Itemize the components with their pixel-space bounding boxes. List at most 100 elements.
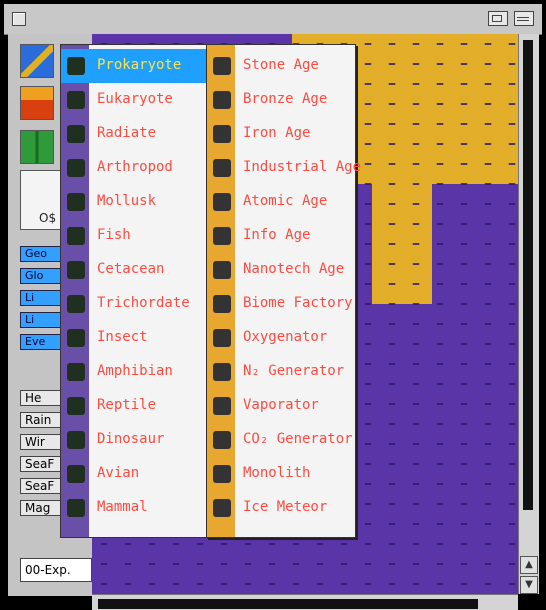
menu-item-label: Stone Age (243, 57, 319, 73)
scroll-up-arrow-icon[interactable]: ▲ (520, 556, 538, 574)
menu-item-info-age[interactable]: Info Age (207, 219, 355, 253)
menu-item-co2-generator[interactable]: CO₂ Generator (207, 423, 355, 457)
menu-item-fish[interactable]: Fish (61, 219, 207, 253)
avian-icon (67, 465, 85, 483)
menu-item-label: Insect (97, 329, 148, 345)
terraform-tool-icon[interactable] (20, 44, 54, 78)
menu-item-cetacean[interactable]: Cetacean (61, 253, 207, 287)
menu-item-insect[interactable]: Insect (61, 321, 207, 355)
menu-item-ice-meteor[interactable]: Ice Meteor (207, 491, 355, 525)
menu-item-label: Bronze Age (243, 91, 328, 107)
horizontal-scrollbar[interactable] (92, 594, 518, 610)
menu-item-stone-age[interactable]: Stone Age (207, 49, 355, 83)
menu-item-mollusk[interactable]: Mollusk (61, 185, 207, 219)
menu-item-label: Cetacean (97, 261, 165, 277)
vaporator-icon (213, 397, 231, 415)
menu-item-label: Mollusk (97, 193, 157, 209)
monolith-icon (213, 465, 231, 483)
nanotech-age-icon (213, 261, 231, 279)
ice-meteor-icon (213, 499, 231, 517)
menu-item-label: Avian (97, 465, 140, 481)
title-bar[interactable] (4, 4, 542, 35)
mollusk-icon (67, 193, 85, 211)
prokaryote-icon (67, 57, 85, 75)
stone-age-icon (213, 57, 231, 75)
menu-item-vaporator[interactable]: Vaporator (207, 389, 355, 423)
reptile-icon (67, 397, 85, 415)
mammal-icon (67, 499, 85, 517)
biome-factory-icon (213, 295, 231, 313)
menu-item-bronze-age[interactable]: Bronze Age (207, 83, 355, 117)
menu-item-label: Prokaryote (97, 57, 182, 73)
menu-item-prokaryote[interactable]: Prokaryote (61, 49, 207, 83)
menu-item-label: Monolith (243, 465, 311, 481)
menu-item-atomic-age[interactable]: Atomic Age (207, 185, 355, 219)
bronze-age-icon (213, 91, 231, 109)
vertical-scrollbar[interactable]: ▲ ▼ (518, 34, 539, 594)
menu-item-label: N₂ Generator (243, 363, 345, 379)
biome-tool-icon[interactable] (20, 130, 54, 164)
radiate-icon (67, 125, 85, 143)
menu-item-n2-generator[interactable]: N₂ Generator (207, 355, 355, 389)
volcano-tool-icon[interactable] (20, 86, 54, 120)
horizontal-scroll-thumb[interactable] (98, 599, 478, 609)
menu-item-avian[interactable]: Avian (61, 457, 207, 491)
menu-item-label: Dinosaur (97, 431, 165, 447)
menu-item-radiate[interactable]: Radiate (61, 117, 207, 151)
menu-item-iron-age[interactable]: Iron Age (207, 117, 355, 151)
menu-item-industrial-age[interactable]: Industrial Age (207, 151, 361, 185)
menu-item-trichordate[interactable]: Trichordate (61, 287, 207, 321)
exp-field[interactable]: 00-Exp. (20, 558, 92, 582)
menu-item-label: Trichordate (97, 295, 190, 311)
menu-item-arthropod[interactable]: Arthropod (61, 151, 207, 185)
menu-item-eukaryote[interactable]: Eukaryote (61, 83, 207, 117)
trichordate-icon (67, 295, 85, 313)
menu-item-label: Ice Meteor (243, 499, 328, 515)
fish-icon (67, 227, 85, 245)
info-label: O$ (39, 211, 57, 225)
simearth-window: O$ Geo Glo Li Li Eve He Rain Wir SeaF Se… (0, 0, 546, 610)
cetacean-icon (67, 261, 85, 279)
menu-item-label: Iron Age (243, 125, 311, 141)
amphibian-icon (67, 363, 85, 381)
technology-menu: Stone Age Bronze Age Iron Age Industrial… (206, 44, 361, 538)
menu-item-label: Fish (97, 227, 131, 243)
menu-item-label: Industrial Age (243, 159, 362, 175)
menu-item-label: Amphibian (97, 363, 173, 379)
co2-generator-icon (213, 431, 231, 449)
menu-item-nanotech-age[interactable]: Nanotech Age (207, 253, 355, 287)
eukaryote-icon (67, 91, 85, 109)
oxygenator-icon (213, 329, 231, 347)
close-box[interactable] (12, 12, 26, 26)
atomic-age-icon (213, 193, 231, 211)
menu-item-label: Nanotech Age (243, 261, 345, 277)
zoom-box[interactable] (488, 11, 508, 26)
scroll-down-arrow-icon[interactable]: ▼ (520, 576, 538, 594)
menu-item-label: CO₂ Generator (243, 431, 353, 447)
menu-item-label: Info Age (243, 227, 311, 243)
menu-item-label: Oxygenator (243, 329, 328, 345)
menu-item-label: Atomic Age (243, 193, 328, 209)
menu-item-biome-factory[interactable]: Biome Factory (207, 287, 355, 321)
menu-item-label: Arthropod (97, 159, 173, 175)
menu-item-monolith[interactable]: Monolith (207, 457, 355, 491)
iron-age-icon (213, 125, 231, 143)
insect-icon (67, 329, 85, 347)
menu-item-oxygenator[interactable]: Oxygenator (207, 321, 355, 355)
dinosaur-icon (67, 431, 85, 449)
collapse-box[interactable] (514, 11, 534, 26)
menu-item-label: Eukaryote (97, 91, 173, 107)
n2-generator-icon (213, 363, 231, 381)
menu-item-label: Vaporator (243, 397, 319, 413)
industrial-age-icon (213, 159, 231, 177)
vertical-scroll-thumb[interactable] (523, 40, 533, 510)
menu-item-label: Mammal (97, 499, 148, 515)
menu-item-dinosaur[interactable]: Dinosaur (61, 423, 207, 457)
menu-item-label: Biome Factory (243, 295, 353, 311)
life-form-menu: Prokaryote Eukaryote Radiate Arthropod M… (60, 44, 208, 538)
menu-item-mammal[interactable]: Mammal (61, 491, 207, 525)
menu-item-reptile[interactable]: Reptile (61, 389, 207, 423)
menu-item-amphibian[interactable]: Amphibian (61, 355, 207, 389)
menu-item-label: Reptile (97, 397, 157, 413)
menu-item-label: Radiate (97, 125, 157, 141)
